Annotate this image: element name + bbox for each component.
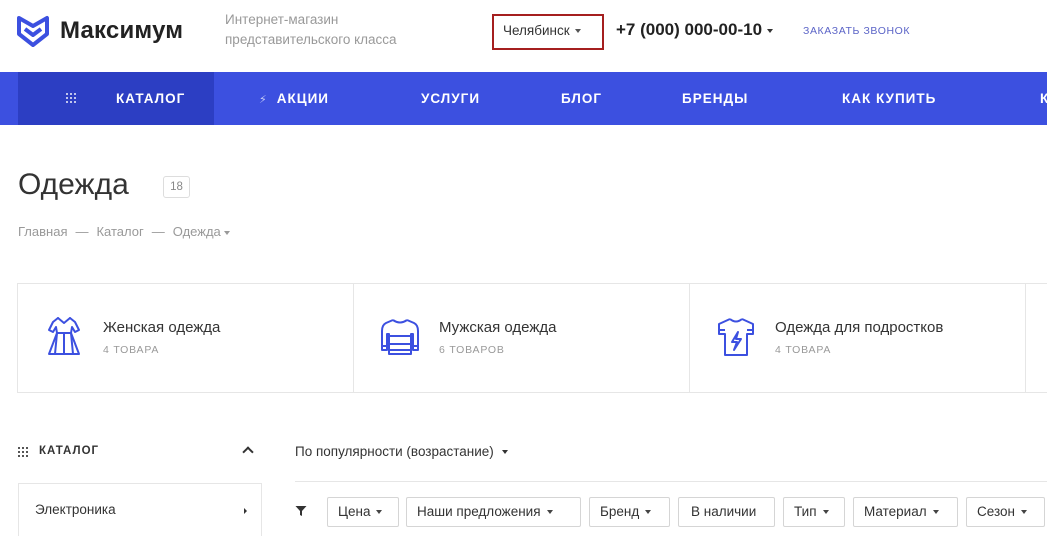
filter-icon xyxy=(295,506,307,516)
caret-down-icon xyxy=(932,510,939,515)
header: Максимум Интернет-магазин представительс… xyxy=(0,0,1047,72)
filter-in-stock[interactable]: В наличии xyxy=(678,497,775,527)
main-nav: КАТАЛОГ ⚡ АКЦИИ УСЛУГИ БЛОГ БРЕНДЫ КАК КУ… xyxy=(0,72,1047,125)
phone-number[interactable]: +7 (000) 000-00-10 xyxy=(616,20,774,40)
category-card-men[interactable]: Мужская одежда 6 ТОВАРОВ xyxy=(354,284,690,392)
dress-icon xyxy=(48,317,80,355)
sort-dropdown[interactable]: По популярности (возрастание) xyxy=(295,444,508,459)
filter-material[interactable]: Материал xyxy=(853,497,958,527)
nav-item-more[interactable]: К xyxy=(1040,72,1047,125)
filter-brand[interactable]: Бренд xyxy=(589,497,670,527)
sidebar-item-electronics[interactable]: Электроника xyxy=(18,483,262,536)
page-title: Одежда xyxy=(18,168,129,201)
nav-item-services[interactable]: УСЛУГИ xyxy=(421,72,480,125)
caret-down-icon xyxy=(574,29,581,34)
breadcrumb-home[interactable]: Главная xyxy=(18,224,67,239)
filter-offers[interactable]: Наши предложения xyxy=(406,497,581,527)
breadcrumb-catalog[interactable]: Каталог xyxy=(96,224,143,239)
filter-label: Бренд xyxy=(600,504,640,519)
filter-season[interactable]: Сезон xyxy=(966,497,1045,527)
phone-label: +7 (000) 000-00-10 xyxy=(616,20,763,39)
caret-down-icon xyxy=(767,28,774,33)
caret-down-icon xyxy=(1020,510,1027,515)
divider xyxy=(295,481,1047,482)
breadcrumb-current[interactable]: Одежда xyxy=(173,224,221,239)
grid-icon xyxy=(18,447,29,458)
breadcrumb-separator: — xyxy=(75,224,89,239)
filter-price[interactable]: Цена xyxy=(327,497,399,527)
city-selector[interactable]: Челябинск xyxy=(492,14,604,50)
caret-down-icon xyxy=(546,510,553,515)
callback-link[interactable]: ЗАКАЗАТЬ ЗВОНОК xyxy=(803,25,910,37)
sidebar-header[interactable]: КАТАЛОГ xyxy=(18,444,254,462)
sidebar-title: КАТАЛОГ xyxy=(39,445,100,457)
category-card-women[interactable]: Женская одежда 4 ТОВАРА xyxy=(18,284,354,392)
filter-label: Сезон xyxy=(977,504,1015,519)
nav-item-how-to-buy[interactable]: КАК КУПИТЬ xyxy=(842,72,936,125)
filter-label: Наши предложения xyxy=(417,504,541,519)
sidebar-item-label: Электроника xyxy=(35,502,116,517)
logo-icon xyxy=(17,16,49,47)
caret-down-icon xyxy=(645,510,652,515)
filter-label: Цена xyxy=(338,504,371,519)
logo-text: Максимум xyxy=(60,17,184,44)
lightning-icon: ⚡ xyxy=(259,94,268,106)
chevron-right-icon xyxy=(244,508,247,514)
nav-item-catalog[interactable]: КАТАЛОГ xyxy=(18,72,214,125)
chevron-up-icon[interactable] xyxy=(242,446,254,458)
category-title: Одежда для подростков xyxy=(775,319,944,336)
category-cards: Женская одежда 4 ТОВАРА Мужская одежда 6… xyxy=(17,283,1047,393)
nav-item-blog[interactable]: БЛОГ xyxy=(561,72,602,125)
grid-icon xyxy=(66,93,77,104)
nav-item-brands[interactable]: БРЕНДЫ xyxy=(682,72,748,125)
category-card-teens[interactable]: Одежда для подростков 4 ТОВАРА xyxy=(690,284,1026,392)
caret-down-icon xyxy=(223,230,230,235)
tshirt-icon xyxy=(718,318,754,356)
category-count: 6 ТОВАРОВ xyxy=(439,344,505,356)
filter-type[interactable]: Тип xyxy=(783,497,845,527)
sort-label: По популярности (возрастание) xyxy=(295,444,494,459)
tagline: Интернет-магазин представительского клас… xyxy=(225,12,397,47)
caret-down-icon xyxy=(376,510,383,515)
nav-item-label: КАТАЛОГ xyxy=(116,91,186,106)
breadcrumb-separator: — xyxy=(151,224,165,239)
logo[interactable]: Максимум xyxy=(16,14,183,48)
nav-item-label: АКЦИИ xyxy=(276,91,329,106)
category-title: Мужская одежда xyxy=(439,319,557,336)
city-label: Челябинск xyxy=(503,23,570,38)
caret-down-icon xyxy=(822,510,829,515)
sweater-icon xyxy=(381,319,419,355)
breadcrumb: Главная — Каталог — Одежда xyxy=(18,224,230,239)
category-count: 4 ТОВАРА xyxy=(775,344,832,356)
filter-label: Тип xyxy=(794,504,817,519)
nav-item-promotions[interactable]: ⚡ АКЦИИ xyxy=(259,72,329,125)
category-title: Женская одежда xyxy=(103,319,221,336)
filter-label: Материал xyxy=(864,504,927,519)
count-badge: 18 xyxy=(163,176,190,198)
category-count: 4 ТОВАРА xyxy=(103,344,160,356)
caret-down-icon xyxy=(501,450,508,455)
